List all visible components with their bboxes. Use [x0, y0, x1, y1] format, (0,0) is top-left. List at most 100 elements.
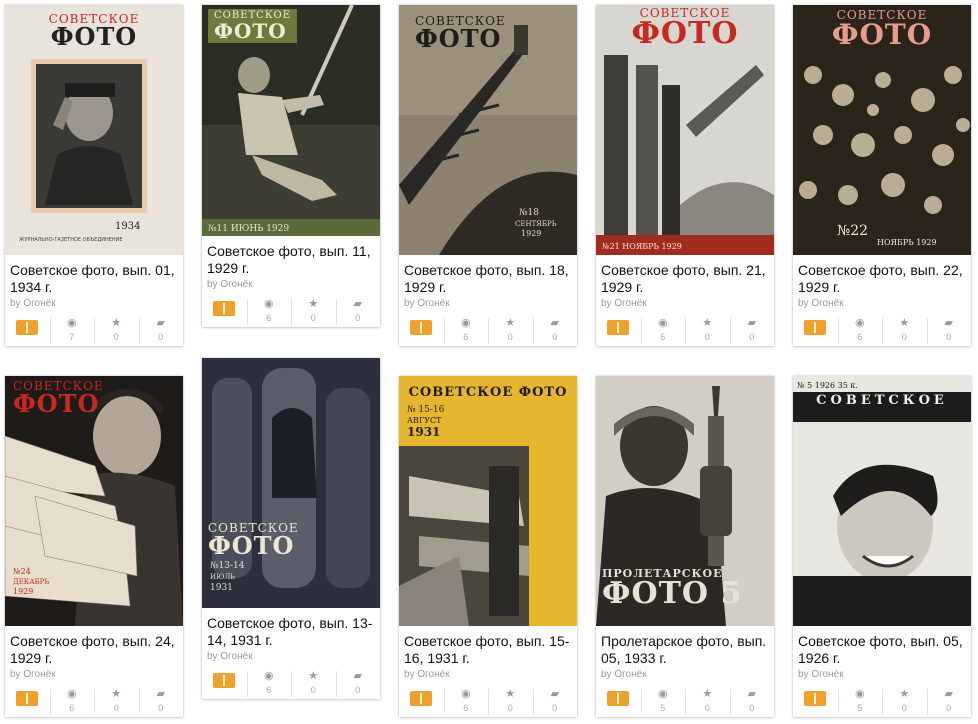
cover-logo: СОВЕТСКОЕ ФОТО [13, 380, 183, 416]
favorites-stat[interactable]: ★ 0 [291, 669, 336, 699]
card-title[interactable]: Советское фото, вып. 11, 1929 г. [202, 236, 380, 277]
read-button[interactable] [5, 316, 50, 346]
favorites-count: 0 [901, 332, 907, 342]
favorites-stat[interactable]: ★ 0 [882, 687, 927, 717]
comments-stat[interactable]: ▰ 0 [926, 687, 972, 717]
card-title[interactable]: Советское фото, вып. 05, 1926 г. [793, 626, 971, 667]
cover-image[interactable]: №18 СЕНТЯБРЬ 1929 СОВЕТСКОЕ ФОТО [399, 5, 577, 255]
card-author[interactable]: by Огонёк [596, 296, 774, 312]
card-title[interactable]: Советское фото, вып. 21, 1929 г. [596, 255, 774, 296]
favorites-stat[interactable]: ★ 0 [291, 297, 336, 327]
card-title[interactable]: Советское фото, вып. 13-14, 1931 г. [202, 608, 380, 649]
magazine-card[interactable]: № 15-16 АВГУСТ 1931 СОВЕТСКОЕ ФОТО Совет… [399, 376, 577, 717]
cover-image[interactable]: № 15-16 АВГУСТ 1931 СОВЕТСКОЕ ФОТО [399, 376, 577, 626]
cover-logo-main: ФОТО 5 [602, 576, 743, 611]
cover-image[interactable]: 1934 ЖУРНАЛЬНО-ГАЗЕТНОЕ ОБЪЕДИНЕНИЕ СОВЕ… [5, 5, 183, 255]
views-count: 6 [463, 703, 469, 713]
comments-stat[interactable]: ▰ 0 [532, 687, 578, 717]
card-title[interactable]: Пролетарское фото, вып. 05, 1933 г. [596, 626, 774, 667]
svg-text:ИЮЛЬ: ИЮЛЬ [210, 573, 235, 581]
card-stats: ◉ 6 ★ 0 ▰ 0 [399, 683, 577, 717]
card-title[interactable]: Советское фото, вып. 24, 1929 г. [5, 626, 183, 667]
favorites-stat[interactable]: ★ 0 [94, 687, 139, 717]
magazine-card[interactable]: №11 ИЮНЬ 1929 СОВЕТСКОЕ ФОТО Советское ф… [202, 5, 380, 327]
favorites-count: 0 [901, 703, 907, 713]
magazine-card[interactable]: №21 НОЯБРЬ 1929 СОВЕТСКОЕ ФОТО Советское… [596, 5, 774, 346]
card-author[interactable]: by Огонёк [5, 296, 183, 312]
read-button[interactable] [399, 316, 444, 346]
read-button[interactable] [596, 316, 641, 346]
favorites-count: 0 [704, 332, 710, 342]
read-button[interactable] [399, 687, 444, 717]
magazine-card[interactable]: ПРОЛЕТАРСКОЕ ФОТО 5 Пролетарское фото, в… [596, 376, 774, 717]
eye-icon: ◉ [66, 688, 77, 700]
card-author[interactable]: by Огонёк [399, 296, 577, 312]
card-title[interactable]: Советское фото, вып. 18, 1929 г. [399, 255, 577, 296]
comments-stat[interactable]: ▰ 0 [729, 316, 775, 346]
comments-stat[interactable]: ▰ 0 [138, 687, 184, 717]
eye-icon: ◉ [460, 688, 471, 700]
read-button[interactable] [793, 687, 838, 717]
card-author[interactable]: by Огонёк [202, 649, 380, 665]
comment-icon: ▰ [156, 688, 165, 700]
favorites-stat[interactable]: ★ 0 [94, 316, 139, 346]
favorites-stat[interactable]: ★ 0 [685, 316, 730, 346]
svg-text:1929: 1929 [521, 229, 541, 238]
card-author[interactable]: by Огонёк [202, 277, 380, 293]
magazine-card[interactable]: 1934 ЖУРНАЛЬНО-ГАЗЕТНОЕ ОБЪЕДИНЕНИЕ СОВЕ… [5, 5, 183, 346]
card-author[interactable]: by Огонёк [596, 667, 774, 683]
cover-logo-main: ФОТО [214, 19, 287, 43]
views-count: 6 [69, 703, 75, 713]
cover-logo: ПРОЛЕТАРСКОЕ ФОТО 5 [602, 568, 774, 609]
card-title[interactable]: Советское фото, вып. 01, 1934 г. [5, 255, 183, 296]
cover-image[interactable]: № 5 1926 35 к. СОВЕТСКОЕ ФОТО [793, 376, 971, 626]
comments-stat[interactable]: ▰ 0 [926, 316, 972, 346]
card-title[interactable]: Советское фото, вып. 22, 1929 г. [793, 255, 971, 296]
favorites-stat[interactable]: ★ 0 [488, 316, 533, 346]
comments-stat[interactable]: ▰ 0 [729, 687, 775, 717]
star-icon: ★ [308, 298, 319, 310]
cover-image[interactable]: №24 ДЕКАБРЬ 1929 СОВЕТСКОЕ ФОТО [5, 376, 183, 626]
read-button[interactable] [596, 687, 641, 717]
card-author[interactable]: by Огонёк [399, 667, 577, 683]
card-title[interactable]: Советское фото, вып. 15-16, 1931 г. [399, 626, 577, 667]
comments-stat[interactable]: ▰ 0 [335, 297, 381, 327]
book-icon [410, 691, 433, 706]
magazine-card[interactable]: №22 НОЯБРЬ 1929 СОВЕТСКОЕ ФОТО Советское… [793, 5, 971, 346]
cover-image[interactable]: №22 НОЯБРЬ 1929 СОВЕТСКОЕ ФОТО [793, 5, 971, 255]
comments-stat[interactable]: ▰ 0 [138, 316, 184, 346]
cover-image[interactable]: №21 НОЯБРЬ 1929 СОВЕТСКОЕ ФОТО [596, 5, 774, 255]
favorites-stat[interactable]: ★ 0 [882, 316, 927, 346]
cover-image[interactable]: ПРОЛЕТАРСКОЕ ФОТО 5 [596, 376, 774, 626]
favorites-count: 0 [113, 703, 119, 713]
favorites-stat[interactable]: ★ 0 [685, 687, 730, 717]
read-button[interactable] [202, 669, 247, 699]
eye-icon: ◉ [657, 688, 668, 700]
read-button[interactable] [793, 316, 838, 346]
cover-image[interactable]: №11 ИЮНЬ 1929 СОВЕТСКОЕ ФОТО [202, 5, 380, 236]
card-author[interactable]: by Огонёк [5, 667, 183, 683]
magazine-card[interactable]: №13-14 ИЮЛЬ 1931 СОВЕТСКОЕ ФОТО Советско… [202, 358, 380, 699]
eye-icon: ◉ [66, 317, 77, 329]
cover-image[interactable]: №13-14 ИЮЛЬ 1931 СОВЕТСКОЕ ФОТО [202, 358, 380, 608]
views-count: 6 [266, 685, 272, 695]
comments-count: 0 [552, 703, 558, 713]
svg-text:1931: 1931 [407, 425, 440, 439]
comments-stat[interactable]: ▰ 0 [532, 316, 578, 346]
views-stat: ◉ 6 [246, 669, 292, 699]
eye-icon: ◉ [657, 317, 668, 329]
read-button[interactable] [5, 687, 50, 717]
cover-logo: СОВЕТСКОЕ ФОТО [208, 9, 380, 43]
card-author[interactable]: by Огонёк [793, 667, 971, 683]
star-icon: ★ [111, 317, 122, 329]
magazine-card[interactable]: № 5 1926 35 к. СОВЕТСКОЕ ФОТО Советское … [793, 376, 971, 717]
card-stats: ◉ 6 ★ 0 ▰ 0 [596, 312, 774, 346]
read-button[interactable] [202, 297, 247, 327]
magazine-card[interactable]: №18 СЕНТЯБРЬ 1929 СОВЕТСКОЕ ФОТО Советск… [399, 5, 577, 346]
card-author[interactable]: by Огонёк [793, 296, 971, 312]
comments-stat[interactable]: ▰ 0 [335, 669, 381, 699]
svg-text:№11 ИЮНЬ 1929: №11 ИЮНЬ 1929 [208, 224, 289, 234]
magazine-card[interactable]: №24 ДЕКАБРЬ 1929 СОВЕТСКОЕ ФОТО Советско… [5, 376, 183, 717]
svg-text:ЖУРНАЛЬНО-ГАЗЕТНОЕ ОБЪЕДИНЕНИЕ: ЖУРНАЛЬНО-ГАЗЕТНОЕ ОБЪЕДИНЕНИЕ [19, 237, 123, 243]
favorites-stat[interactable]: ★ 0 [488, 687, 533, 717]
